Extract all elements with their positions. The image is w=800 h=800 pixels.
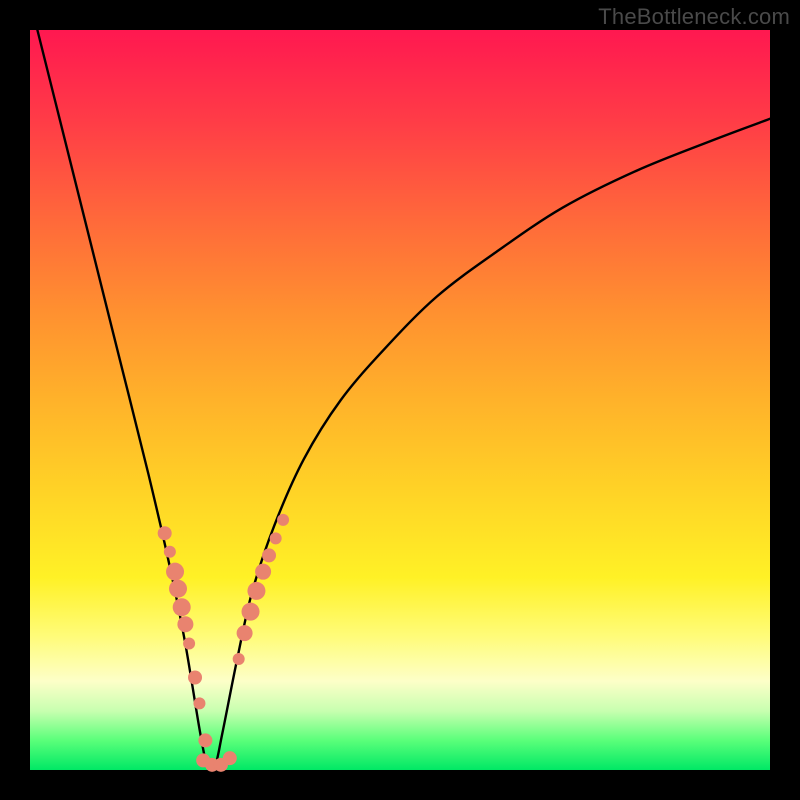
bottleneck-curve [37,30,770,770]
bead-point [164,546,176,558]
bead-point [262,548,276,562]
watermark-text: TheBottleneck.com [598,4,790,30]
bead-point [223,751,237,765]
bead-point [247,582,265,600]
bead-point [188,671,202,685]
bead-point [169,580,187,598]
bead-point [198,733,212,747]
bead-point [193,697,205,709]
bead-point [270,532,282,544]
curve-layer [30,30,770,770]
bead-point [166,563,184,581]
bead-point [255,564,271,580]
plot-area [30,30,770,770]
bead-point [237,625,253,641]
bead-point [158,526,172,540]
bead-point [173,598,191,616]
chart-frame: TheBottleneck.com [0,0,800,800]
bead-point [277,514,289,526]
bead-point [242,603,260,621]
bead-point [177,616,193,632]
bead-point [183,637,195,649]
bead-point [233,653,245,665]
